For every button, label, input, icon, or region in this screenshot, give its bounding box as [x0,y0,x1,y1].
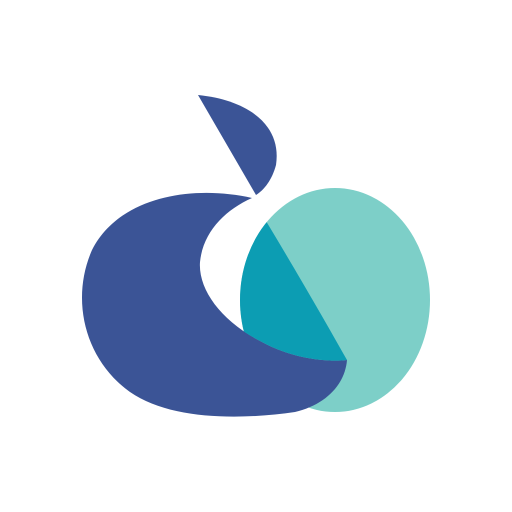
apple-logo-icon [81,95,430,417]
leaf-icon [198,95,277,195]
app-icon-canvas [0,0,512,512]
